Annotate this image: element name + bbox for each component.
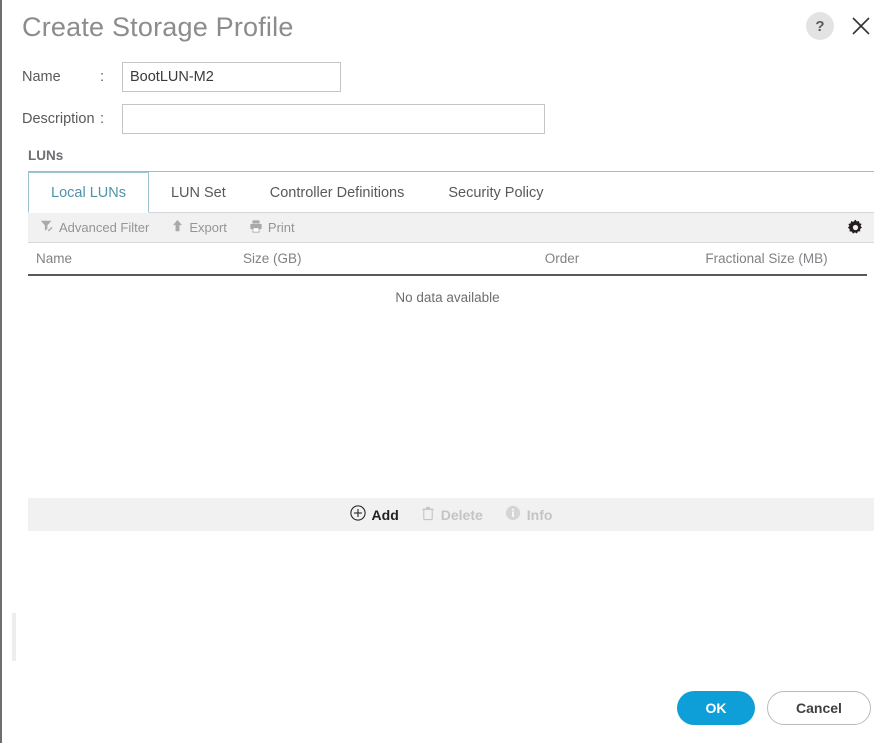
print-button[interactable]: Print — [249, 219, 295, 236]
export-button[interactable]: Export — [171, 219, 227, 236]
tab-local-luns[interactable]: Local LUNs — [28, 172, 149, 213]
add-button[interactable]: Add — [350, 505, 399, 524]
export-label: Export — [189, 220, 227, 235]
question-circle-icon[interactable]: ? — [806, 12, 834, 40]
description-row: Description : — [22, 100, 887, 138]
header-actions: ? — [806, 12, 874, 40]
table-toolbar: Advanced Filter Export Print — [28, 213, 874, 243]
printer-icon — [249, 219, 263, 236]
delete-label: Delete — [441, 507, 483, 523]
tab-controller-definitions-label: Controller Definitions — [270, 185, 405, 201]
print-label: Print — [268, 220, 295, 235]
tab-lun-set-label: LUN Set — [171, 185, 226, 201]
info-button: Info — [505, 505, 553, 524]
description-input[interactable] — [122, 104, 545, 134]
add-label: Add — [372, 507, 399, 523]
luns-table: Name Size (GB) Order Fractional Size (MB… — [28, 243, 867, 498]
tab-bar: Local LUNs LUN Set Controller Definition… — [28, 172, 874, 213]
tab-local-luns-label: Local LUNs — [51, 185, 126, 201]
info-label: Info — [527, 507, 553, 523]
empty-state-message: No data available — [28, 276, 867, 305]
funnel-edit-icon — [40, 219, 54, 236]
dialog-footer: OK Cancel — [677, 691, 871, 725]
tab-controller-definitions[interactable]: Controller Definitions — [248, 172, 427, 213]
table-header-row: Name Size (GB) Order Fractional Size (MB… — [28, 243, 867, 276]
advanced-filter-label: Advanced Filter — [59, 220, 149, 235]
name-row: Name : — [22, 58, 887, 96]
create-storage-profile-dialog: Create Storage Profile ? Name : Descript… — [0, 0, 887, 743]
profile-form: Name : Description : — [2, 58, 887, 138]
delete-button: Delete — [421, 506, 483, 524]
page-title: Create Storage Profile — [22, 12, 294, 43]
close-icon[interactable] — [848, 13, 874, 39]
advanced-filter-button[interactable]: Advanced Filter — [40, 219, 149, 236]
description-label: Description — [22, 111, 100, 127]
description-colon: : — [100, 111, 122, 127]
table-action-bar: Add Delete Info — [28, 498, 874, 531]
tab-security-policy-label: Security Policy — [448, 185, 543, 201]
ok-button[interactable]: OK — [677, 691, 755, 725]
tab-lun-set[interactable]: LUN Set — [149, 172, 248, 213]
gear-icon[interactable] — [847, 219, 864, 236]
dialog-header: Create Storage Profile ? — [2, 0, 887, 58]
column-header-fractional-size[interactable]: Fractional Size (MB) — [666, 251, 867, 266]
up-arrow-icon — [171, 219, 184, 236]
plus-circle-icon — [350, 505, 366, 524]
name-colon: : — [100, 69, 122, 85]
scrollbar-track[interactable] — [12, 613, 16, 661]
column-header-name[interactable]: Name — [28, 251, 243, 266]
column-header-size[interactable]: Size (GB) — [243, 251, 458, 266]
trash-icon — [421, 506, 435, 524]
name-input[interactable] — [122, 62, 341, 92]
tab-security-policy[interactable]: Security Policy — [426, 172, 565, 213]
cancel-button[interactable]: Cancel — [767, 691, 871, 725]
name-label: Name — [22, 69, 100, 85]
table-body: No data available — [28, 276, 867, 498]
info-circle-icon — [505, 505, 521, 524]
column-header-order[interactable]: Order — [458, 251, 666, 266]
section-title-luns: LUNs — [28, 148, 887, 163]
